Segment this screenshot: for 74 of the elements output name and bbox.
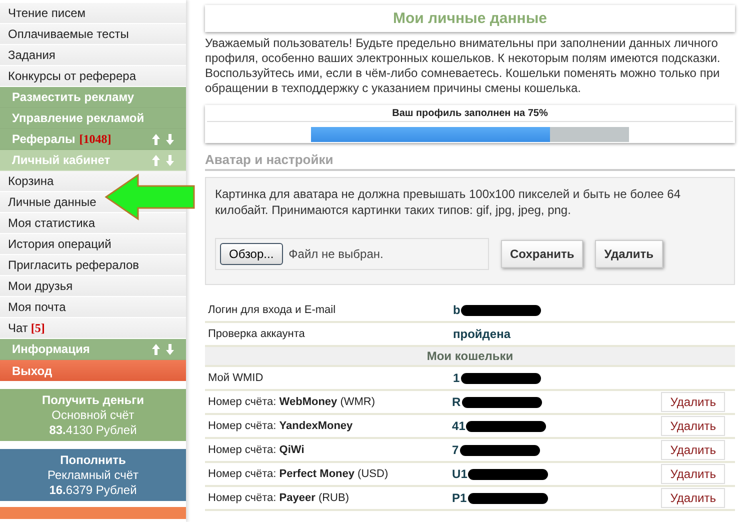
avatar-note: Картинка для аватара не должна превышать 100x100 пикселей и быть не более 64 килобайт. Принимаются картинки таких типов: gif, jpg, jpeg, png. bbox=[215, 186, 682, 218]
field-value: 41 bbox=[452, 419, 466, 433]
up-arrow-icon[interactable] bbox=[152, 344, 160, 354]
field-label: Номер счёта: Payeer (RUB) bbox=[207, 492, 350, 504]
section-heading: Аватар и настройки bbox=[205, 152, 735, 171]
sidebar-item[interactable]: Чтение писем bbox=[0, 3, 186, 24]
menu-label: Пригласить рефералов bbox=[8, 258, 140, 272]
down-arrow-icon[interactable] bbox=[166, 154, 174, 166]
file-input[interactable]: Обзор... Файл не выбран. bbox=[215, 238, 489, 270]
field-label: Проверка аккаунта bbox=[207, 328, 306, 340]
up-arrow-icon[interactable] bbox=[152, 134, 160, 144]
account-name: Рекламный счёт bbox=[47, 468, 139, 482]
sidebar-item[interactable]: Моя почта bbox=[0, 297, 186, 318]
sidebar-item[interactable]: Чат [5] bbox=[0, 318, 186, 339]
count-label: [5] bbox=[30, 320, 45, 336]
menu-label: Моя статистика bbox=[8, 216, 95, 230]
field-label: Номер счёта: YandexMoney bbox=[207, 420, 354, 432]
sidebar-item[interactable]: Задания bbox=[0, 45, 186, 66]
down-arrow-icon[interactable] bbox=[166, 344, 174, 354]
account-name: Основной счёт bbox=[52, 408, 134, 422]
section-label: Информация bbox=[12, 342, 90, 356]
field-value: P1 bbox=[452, 491, 467, 505]
count-label: [1048] bbox=[79, 132, 112, 146]
delete-wallet-button[interactable]: Удалить bbox=[661, 416, 725, 436]
balance-card[interactable]: Пополнить Рекламный счёт 16.6379 Рублей bbox=[0, 449, 186, 501]
menu-label: Мои друзья bbox=[8, 279, 73, 293]
field-value: пройдена bbox=[453, 327, 510, 341]
file-status: Файл не выбран. bbox=[288, 247, 384, 261]
delete-button[interactable]: Удалить bbox=[595, 240, 663, 268]
menu-label: Конкурсы от реферера bbox=[8, 69, 136, 83]
card-action: Получить деньги bbox=[42, 392, 144, 408]
card-action: Пополнить bbox=[60, 452, 126, 468]
intro-text: Уважаемый пользователь! Будьте предельно внимательны при заполнении данных личного профиля, особенно ваших электронных кошельков. К некоторым полям имеются подсказки. Воспользуйтесь ими, если в чём-либо сомневаетесь. Кошельки поменять можно только при обращении в техподдержку с указанием причины смены кошелька. bbox=[205, 36, 722, 96]
delete-wallet-button[interactable]: Удалить bbox=[661, 392, 725, 412]
menu-label: Оплачиваемые тесты bbox=[8, 27, 129, 41]
menu-label: Чат bbox=[8, 321, 28, 335]
sidebar-item[interactable]: Пригласить рефералов bbox=[0, 255, 186, 276]
delete-wallet-button[interactable]: Удалить bbox=[661, 464, 725, 484]
section-label: Управление рекламой bbox=[12, 111, 144, 125]
field-value: 1 bbox=[453, 371, 460, 385]
section-label: Личный кабинет bbox=[12, 153, 110, 167]
table-header: Мои кошельки bbox=[205, 347, 735, 367]
field-value: U1 bbox=[452, 467, 468, 481]
balance-amount: 16.6379 Рублей bbox=[49, 482, 137, 498]
section-label: Разместить рекламу bbox=[12, 90, 134, 104]
sidebar-item[interactable]: История операций bbox=[0, 234, 186, 255]
down-arrow-icon[interactable] bbox=[166, 134, 174, 144]
menu-label: История операций bbox=[8, 237, 112, 251]
menu-label: Моя почта bbox=[8, 300, 66, 314]
field-value: R bbox=[452, 395, 461, 409]
save-button[interactable]: Сохранить bbox=[501, 240, 584, 268]
menu-label: Корзина bbox=[8, 174, 54, 188]
balance-amount: 83.4130 Рублей bbox=[49, 422, 137, 438]
sidebar-item[interactable]: Мои друзья bbox=[0, 276, 186, 297]
sidebar-item[interactable]: Моя статистика bbox=[0, 213, 186, 234]
delete-wallet-button[interactable]: Удалить bbox=[661, 440, 725, 460]
section-label: Рефералы bbox=[12, 132, 76, 146]
progress-label: Ваш профиль заполнен на 75% bbox=[207, 105, 733, 122]
field-label: Номер счёта: Perfect Money (USD) bbox=[207, 468, 390, 480]
field-label: Номер счёта: WebMoney (WMR) bbox=[207, 396, 376, 408]
sidebar-item[interactable]: Конкурсы от реферера bbox=[0, 66, 186, 87]
field-label: Логин для входа и E-mail bbox=[207, 304, 337, 316]
field-label: Номер счёта: QiWi bbox=[207, 444, 306, 456]
menu-label: Задания bbox=[8, 48, 56, 62]
up-arrow-icon[interactable] bbox=[152, 154, 160, 166]
page-title: Мои личные данные bbox=[205, 5, 735, 32]
browse-button[interactable]: Обзор... bbox=[220, 243, 283, 265]
menu-label: Чтение писем bbox=[8, 6, 86, 20]
field-value: 7 bbox=[452, 443, 459, 457]
menu-label: Личные данные bbox=[8, 195, 96, 209]
field-label: Мой WMID bbox=[207, 372, 264, 384]
delete-wallet-button[interactable]: Удалить bbox=[661, 488, 725, 508]
field-value: b bbox=[453, 303, 460, 317]
sidebar-item[interactable]: Оплачиваемые тесты bbox=[0, 24, 186, 45]
